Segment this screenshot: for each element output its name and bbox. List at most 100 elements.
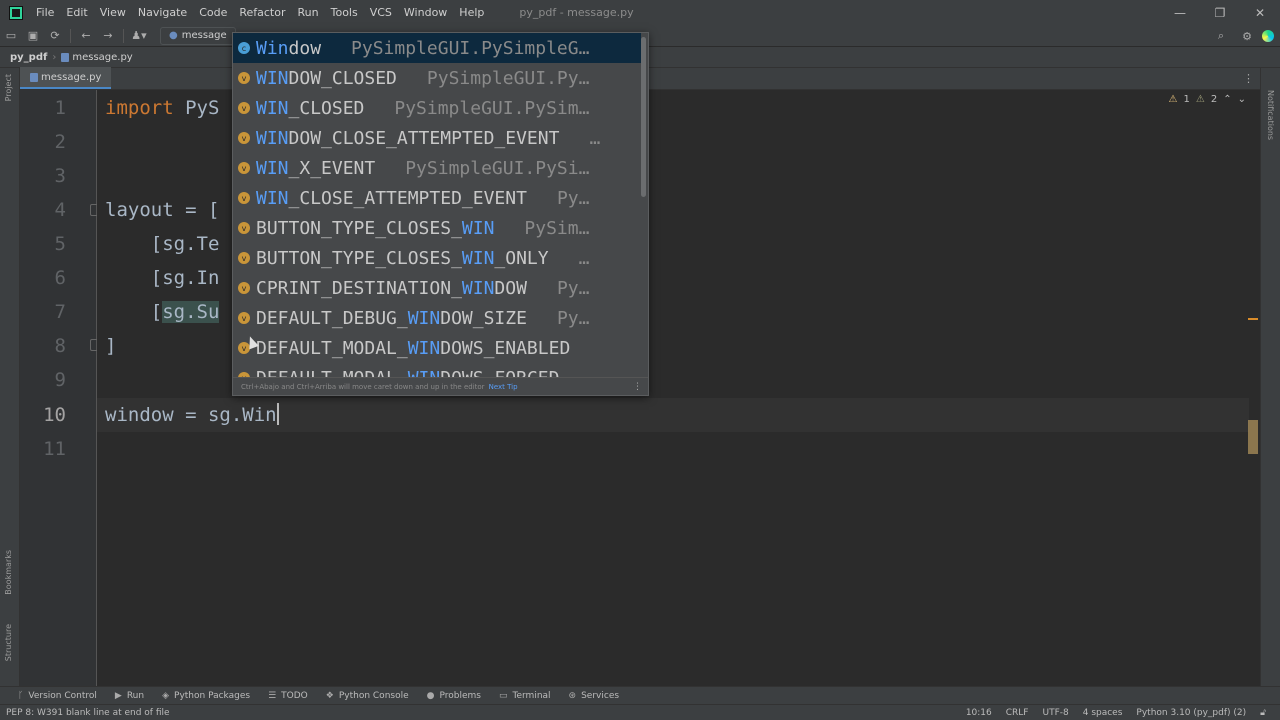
python-interpreter[interactable]: Python 3.10 (py_pdf) (2) [1136, 708, 1246, 718]
run-icon: ▶ [114, 690, 122, 701]
save-icon[interactable]: ▣ [22, 26, 44, 46]
menu-refactor[interactable]: Refactor [234, 6, 292, 19]
open-folder-icon[interactable]: ▭ [0, 26, 22, 46]
completion-item[interactable]: v DEFAULT_MODAL_WINDOWS_ENABLED [233, 333, 641, 363]
gear-icon[interactable]: ⚙ [1236, 26, 1258, 46]
more-options-icon[interactable]: ⋮ [633, 382, 642, 392]
code-line-4: layout = [ [105, 199, 220, 221]
variable-icon: v [238, 162, 250, 174]
completion-type: PySimpleGUI.PySi… [405, 157, 590, 179]
warning-icon: ⚠ [1168, 94, 1178, 105]
inspection-widget[interactable]: ⚠ 1 ⚠ 2 ⌃ ⌄ [1169, 94, 1246, 105]
terminal-tool-button[interactable]: ▭ Terminal [499, 691, 551, 701]
user-icon[interactable]: ♟▾ [128, 26, 150, 46]
line-number: 1 [54, 97, 66, 119]
editor-scrollbar-thumb[interactable] [1248, 420, 1258, 454]
terminal-icon: ▭ [498, 690, 508, 701]
lock-icon[interactable]: 🔓︎ [1260, 708, 1266, 718]
previous-highlight-icon[interactable]: ⌃ [1223, 94, 1231, 105]
line-number: 5 [54, 233, 66, 255]
python-file-icon [61, 52, 70, 62]
status-message[interactable]: PEP 8: W391 blank line at end of file [6, 708, 170, 718]
completion-type: PySim… [524, 217, 590, 239]
python-file-icon: ● [169, 30, 178, 41]
breadcrumb-file[interactable]: message.py [72, 52, 132, 63]
todo-tool-button[interactable]: ☰ TODO [268, 691, 308, 701]
left-tool-stripe: Project Bookmarks Structure [0, 68, 20, 686]
code-completion-popup: c Window PySimpleGUI.PySimpleG… v WINDOW… [232, 32, 649, 396]
completion-item[interactable]: c Window PySimpleGUI.PySimpleG… [233, 33, 641, 63]
warning-stripe-marker[interactable] [1248, 318, 1258, 320]
menu-window[interactable]: Window [399, 6, 454, 19]
jetbrains-toolbox-icon[interactable] [1262, 30, 1274, 42]
line-number: 11 [43, 438, 66, 460]
next-highlight-icon[interactable]: ⌄ [1238, 94, 1246, 105]
indentation[interactable]: 4 spaces [1083, 708, 1123, 718]
notifications-tool-button[interactable]: Notifications [1266, 90, 1275, 140]
line-number: 6 [54, 267, 66, 289]
sync-icon[interactable]: ⟳ [44, 26, 66, 46]
menu-run[interactable]: Run [293, 6, 326, 19]
completion-item[interactable]: v DEFAULT_MODAL_WINDOWS_FORCED [233, 363, 641, 378]
more-tabs-icon[interactable]: ⋮ [1243, 72, 1254, 85]
completion-item[interactable]: v WIN_CLOSED PySimpleGUI.PySim… [233, 93, 641, 123]
file-encoding[interactable]: UTF-8 [1042, 708, 1068, 718]
minimize-button[interactable]: — [1160, 0, 1200, 25]
completion-item[interactable]: v CPRINT_DESTINATION_WINDOW Py… [233, 273, 641, 303]
completion-type: PySimpleGUI.Py… [426, 67, 590, 89]
menu-code[interactable]: Code [194, 6, 234, 19]
next-tip-link[interactable]: Next Tip [489, 383, 518, 391]
menu-help[interactable]: Help [454, 6, 491, 19]
code-line-6: [sg.In [105, 267, 220, 289]
completion-item[interactable]: v WINDOW_CLOSE_ATTEMPTED_EVENT … [233, 123, 641, 153]
completion-item[interactable]: v WINDOW_CLOSED PySimpleGUI.Py… [233, 63, 641, 93]
menu-navigate[interactable]: Navigate [133, 6, 194, 19]
python-console-tool-button[interactable]: ❖ Python Console [326, 691, 409, 701]
back-arrow-icon[interactable]: ← [75, 26, 97, 46]
packages-icon: ◈ [162, 690, 170, 701]
line-number: 2 [54, 131, 66, 153]
text-caret [276, 402, 279, 425]
forward-arrow-icon[interactable]: → [97, 26, 119, 46]
services-icon: ⊛ [568, 690, 577, 701]
run-tool-button[interactable]: ▶ Run [115, 691, 144, 701]
breadcrumb-project[interactable]: py_pdf [10, 52, 47, 63]
variable-icon: v [238, 222, 250, 234]
completion-type: PySimpleGUI.PySim… [394, 97, 590, 119]
completion-item[interactable]: v WIN_CLOSE_ATTEMPTED_EVENT Py… [233, 183, 641, 213]
menu-file[interactable]: File [31, 6, 61, 19]
completion-name: BUTTON_TYPE_CLOSES_WIN_ONLY [256, 247, 549, 269]
search-icon[interactable]: ⌕ [1210, 26, 1232, 46]
close-window-button[interactable]: ✕ [1240, 0, 1280, 25]
code-line-10: window = sg.Win [105, 398, 279, 432]
python-packages-tool-button[interactable]: ◈ Python Packages [162, 691, 250, 701]
todo-icon: ☰ [268, 690, 277, 701]
services-tool-button[interactable]: ⊛ Services [569, 691, 620, 701]
run-config-selector[interactable]: ● message [160, 26, 236, 45]
completion-item[interactable]: v DEFAULT_DEBUG_WINDOW_SIZE Py… [233, 303, 641, 333]
menu-tools[interactable]: Tools [326, 6, 365, 19]
window-controls: — ❐ ✕ [1160, 0, 1280, 25]
bookmarks-tool-button[interactable]: Bookmarks [4, 550, 13, 595]
restore-button[interactable]: ❐ [1200, 0, 1240, 25]
project-tool-button[interactable]: Project [4, 74, 13, 101]
toolbar-right: ⌕ ⚙ [1210, 25, 1274, 47]
structure-tool-button[interactable]: Structure [4, 624, 13, 661]
keyword-import: import [105, 97, 174, 119]
completion-item[interactable]: v BUTTON_TYPE_CLOSES_WIN_ONLY … [233, 243, 641, 273]
weak-warning-icon: ⚠ [1195, 94, 1205, 105]
menu-view[interactable]: View [95, 6, 133, 19]
completion-name: BUTTON_TYPE_CLOSES_WIN [256, 217, 495, 239]
problems-tool-button[interactable]: ● Problems [427, 691, 481, 701]
caret-position[interactable]: 10:16 [966, 708, 992, 718]
completion-item[interactable]: v WIN_X_EVENT PySimpleGUI.PySi… [233, 153, 641, 183]
menu-edit[interactable]: Edit [61, 6, 94, 19]
menu-vcs[interactable]: VCS [365, 6, 399, 19]
completion-scrollbar[interactable] [641, 37, 646, 197]
variable-icon: v [238, 282, 250, 294]
completion-name: DEFAULT_DEBUG_WINDOW_SIZE [256, 307, 527, 329]
version-control-tool-button[interactable]: ᚴ Version Control [18, 691, 97, 701]
completion-item[interactable]: v BUTTON_TYPE_CLOSES_WIN PySim… [233, 213, 641, 243]
line-separator[interactable]: CRLF [1006, 708, 1029, 718]
tab-message-py[interactable]: message.py [20, 67, 112, 89]
